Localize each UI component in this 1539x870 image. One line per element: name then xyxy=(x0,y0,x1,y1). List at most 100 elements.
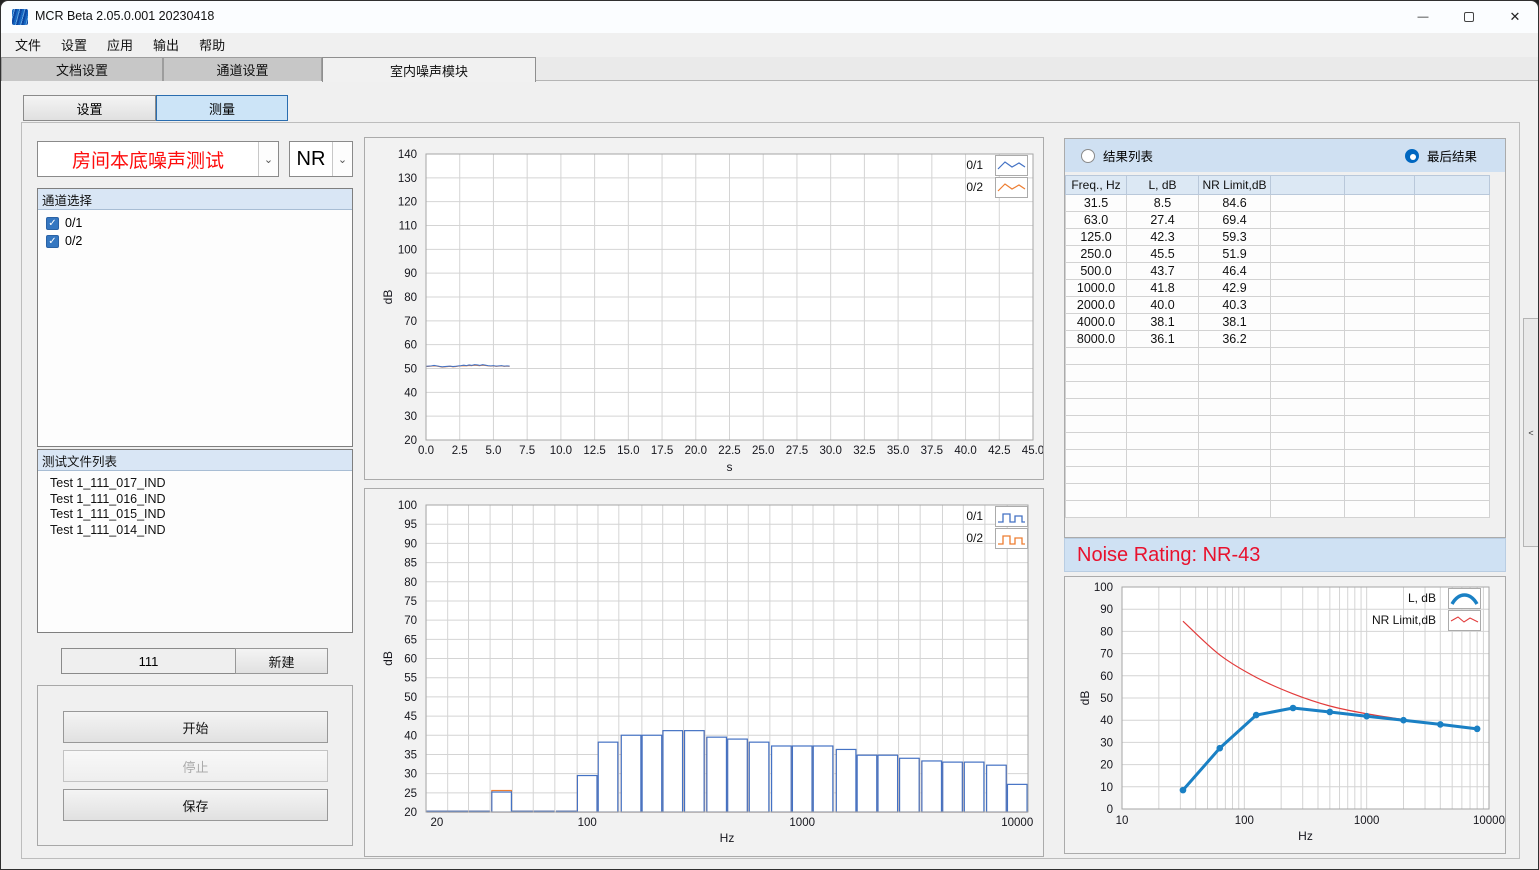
rating-standard-combobox[interactable]: NR ⌄ xyxy=(289,141,353,177)
chevron-down-icon[interactable]: ⌄ xyxy=(258,142,278,176)
test-file-item[interactable]: Test 1_111_015_IND xyxy=(38,507,352,523)
stop-button[interactable]: 停止 xyxy=(63,750,328,782)
close-icon: ✕ xyxy=(1510,9,1521,25)
svg-text:Hz: Hz xyxy=(720,831,735,845)
legend-bar-icon[interactable] xyxy=(995,528,1028,549)
menu-item-output[interactable]: 输出 xyxy=(143,32,189,57)
svg-text:10: 10 xyxy=(1100,782,1113,794)
tab-document-settings[interactable]: 文档设置 xyxy=(1,57,163,81)
table-cell xyxy=(1066,399,1127,416)
svg-text:70: 70 xyxy=(404,316,417,328)
tab-channel-settings[interactable]: 通道设置 xyxy=(163,57,322,81)
table-row[interactable]: 500.043.746.4 xyxy=(1066,263,1490,280)
table-empty-row xyxy=(1066,467,1490,484)
svg-text:40: 40 xyxy=(404,387,417,399)
result-list-radio[interactable] xyxy=(1081,149,1095,163)
legend-line-icon[interactable] xyxy=(995,177,1028,198)
minimize-button[interactable]: — xyxy=(1400,1,1446,33)
table-cell xyxy=(1345,280,1415,297)
menu-item-settings[interactable]: 设置 xyxy=(51,32,97,57)
save-button[interactable]: 保存 xyxy=(63,789,328,821)
table-cell xyxy=(1415,297,1490,314)
legend-label: L, dB xyxy=(1358,591,1436,605)
maximize-button[interactable] xyxy=(1446,1,1492,33)
table-row[interactable]: 250.045.551.9 xyxy=(1066,246,1490,263)
svg-text:15.0: 15.0 xyxy=(617,445,639,457)
menu-item-help[interactable]: 帮助 xyxy=(189,32,235,57)
table-row[interactable]: 31.58.584.6 xyxy=(1066,195,1490,212)
table-cell xyxy=(1345,399,1415,416)
channel-label: 0/2 xyxy=(65,234,82,248)
channel-select-group: 通道选择 ✓0/1✓0/2 xyxy=(37,188,353,447)
table-cell: 43.7 xyxy=(1127,263,1199,280)
table-cell: 40.3 xyxy=(1199,297,1271,314)
test-file-list[interactable]: Test 1_111_017_INDTest 1_111_016_INDTest… xyxy=(38,471,352,538)
table-header-cell xyxy=(1415,176,1490,195)
svg-text:120: 120 xyxy=(398,197,417,209)
svg-text:90: 90 xyxy=(404,538,417,550)
tab-indoor-noise-module[interactable]: 室内噪声模块 xyxy=(322,57,536,82)
checkbox-checked-icon[interactable]: ✓ xyxy=(46,217,59,230)
test-type-combobox[interactable]: 房间本底噪声测试 ⌄ xyxy=(37,141,279,177)
channel-list[interactable]: ✓0/1✓0/2 xyxy=(38,210,352,250)
legend-item: 0/2 xyxy=(935,527,1028,549)
subtab-settings[interactable]: 设置 xyxy=(23,95,156,121)
close-button[interactable]: ✕ xyxy=(1492,1,1538,33)
svg-text:100: 100 xyxy=(398,500,417,512)
channel-item[interactable]: ✓ 0/2 xyxy=(38,232,352,250)
legend-thick-icon[interactable] xyxy=(1448,588,1481,609)
table-cell xyxy=(1345,348,1415,365)
svg-text:17.5: 17.5 xyxy=(651,445,673,457)
svg-text:dB: dB xyxy=(381,651,395,666)
app-icon xyxy=(12,9,28,25)
legend-line-icon[interactable] xyxy=(995,155,1028,176)
legend-thin-icon[interactable] xyxy=(1448,610,1481,631)
table-cell xyxy=(1415,484,1490,501)
table-cell: 4000.0 xyxy=(1066,314,1127,331)
svg-text:1000: 1000 xyxy=(1354,815,1380,827)
time-chart-legend: 0/10/2 xyxy=(935,154,1028,198)
test-file-item[interactable]: Test 1_111_014_IND xyxy=(38,523,352,539)
table-cell xyxy=(1127,467,1199,484)
table-row[interactable]: 125.042.359.3 xyxy=(1066,229,1490,246)
collapse-panel-handle[interactable]: < xyxy=(1523,318,1539,547)
table-row[interactable]: 8000.036.136.2 xyxy=(1066,331,1490,348)
table-row[interactable]: 1000.041.842.9 xyxy=(1066,280,1490,297)
checkbox-checked-icon[interactable]: ✓ xyxy=(46,235,59,248)
file-name-input[interactable]: 111 xyxy=(61,648,236,674)
spectrum-chart-legend: 0/10/2 xyxy=(935,505,1028,549)
table-cell xyxy=(1127,399,1199,416)
spectrum-chart-panel: 2025303540455055606570758085909510020100… xyxy=(364,488,1044,857)
legend-bar-icon[interactable] xyxy=(995,506,1028,527)
svg-text:110: 110 xyxy=(399,221,417,233)
new-file-button[interactable]: 新建 xyxy=(235,648,328,674)
channel-item[interactable]: ✓0/1 xyxy=(38,214,352,232)
table-cell xyxy=(1271,212,1345,229)
table-empty-row xyxy=(1066,484,1490,501)
legend-item: 0/2 xyxy=(935,176,1028,198)
table-cell xyxy=(1066,416,1127,433)
table-cell xyxy=(1199,365,1271,382)
table-row[interactable]: 63.027.469.4 xyxy=(1066,212,1490,229)
table-cell xyxy=(1271,365,1345,382)
test-file-item[interactable]: Test 1_111_017_IND xyxy=(38,476,352,492)
svg-text:50: 50 xyxy=(1100,693,1113,705)
chevron-down-icon[interactable]: ⌄ xyxy=(332,142,352,176)
svg-text:80: 80 xyxy=(404,292,417,304)
table-row[interactable]: 2000.040.040.3 xyxy=(1066,297,1490,314)
test-file-item[interactable]: Test 1_111_016_IND xyxy=(38,492,352,508)
svg-text:95: 95 xyxy=(404,519,417,531)
table-cell xyxy=(1127,416,1199,433)
noise-rating-text: Noise Rating: NR-43 xyxy=(1077,544,1260,567)
last-result-radio[interactable] xyxy=(1405,149,1419,163)
table-row[interactable]: 4000.038.138.1 xyxy=(1066,314,1490,331)
menu-item-file[interactable]: 文件 xyxy=(5,32,51,57)
minimize-icon: — xyxy=(1418,11,1429,23)
rating-standard-value: NR xyxy=(290,142,332,176)
start-button[interactable]: 开始 xyxy=(63,711,328,743)
table-cell xyxy=(1271,382,1345,399)
table-cell xyxy=(1127,382,1199,399)
menu-item-apply[interactable]: 应用 xyxy=(97,32,143,57)
table-cell xyxy=(1345,331,1415,348)
subtab-measure[interactable]: 测量 xyxy=(156,95,288,121)
